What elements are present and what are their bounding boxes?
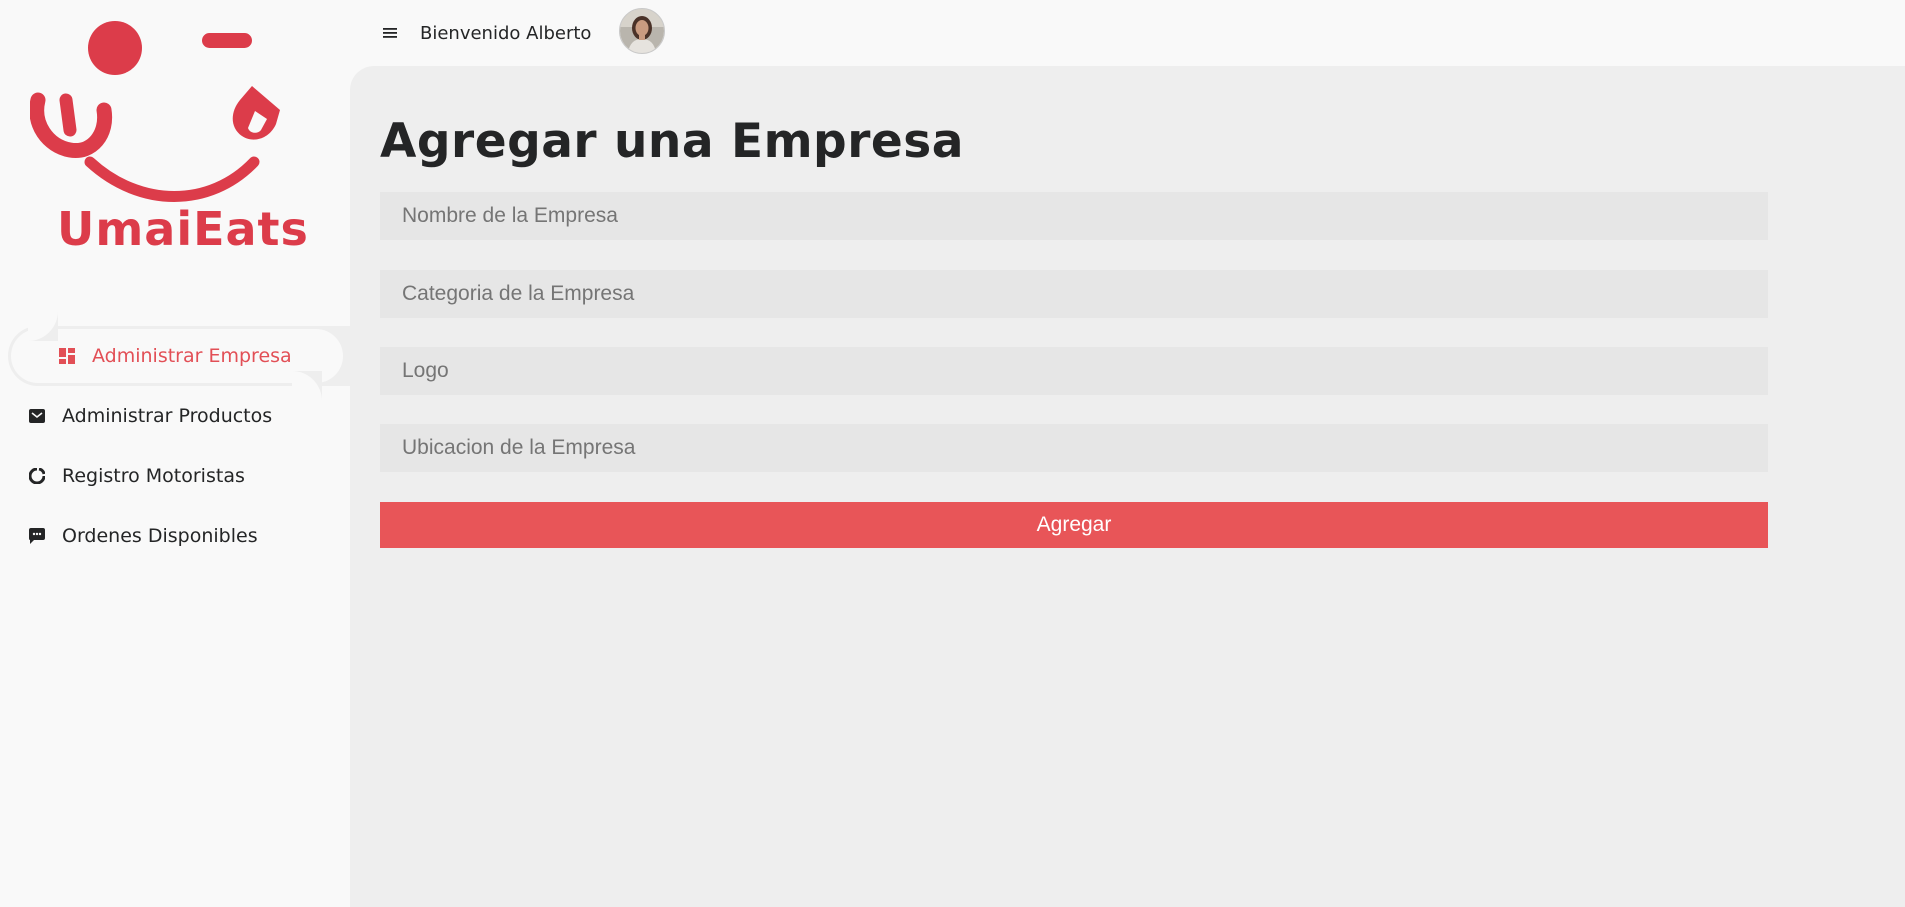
sidebar-item-registro-motoristas[interactable]: Registro Motoristas: [0, 446, 350, 506]
dashboard-icon: [58, 347, 76, 365]
company-category-input[interactable]: [380, 270, 1768, 318]
company-location-input[interactable]: [380, 424, 1768, 472]
sidebar-nav: Administrar Empresa Administrar Producto…: [0, 311, 350, 566]
sidebar-item-ordenes-disponibles[interactable]: Ordenes Disponibles: [0, 506, 350, 566]
avatar[interactable]: [619, 8, 666, 54]
active-curve-top: [28, 311, 58, 341]
page-title: Agregar una Empresa: [380, 114, 964, 169]
sidebar: UmaiEats Administrar Empresa Administrar…: [0, 0, 350, 907]
sidebar-item-label: Administrar Empresa: [92, 345, 292, 367]
message-icon: [28, 527, 46, 545]
sidebar-item-label: Administrar Productos: [62, 405, 273, 427]
brand-logo: UmaiEats: [29, 18, 320, 258]
user-avatar-icon: [620, 9, 665, 53]
main-content: Agregar una Empresa Agregar: [350, 66, 1905, 907]
pie-chart-icon: [28, 467, 46, 485]
add-company-button[interactable]: Agregar: [380, 502, 1768, 548]
topbar: Bienvenido Alberto: [350, 0, 1905, 66]
mail-icon: [28, 407, 46, 425]
hamburger-icon[interactable]: [380, 23, 400, 43]
company-logo-input[interactable]: [380, 347, 1768, 395]
company-name-input[interactable]: [380, 192, 1768, 240]
welcome-text: Bienvenido Alberto: [420, 22, 592, 44]
active-curve-bottom: [291, 371, 322, 401]
sidebar-item-administrar-empresa[interactable]: Administrar Empresa: [8, 311, 350, 401]
sidebar-item-label: Registro Motoristas: [62, 465, 245, 487]
smiley-logo-icon: [29, 21, 280, 202]
brand-name: UmaiEats: [57, 202, 309, 256]
sidebar-item-label: Ordenes Disponibles: [62, 525, 258, 547]
